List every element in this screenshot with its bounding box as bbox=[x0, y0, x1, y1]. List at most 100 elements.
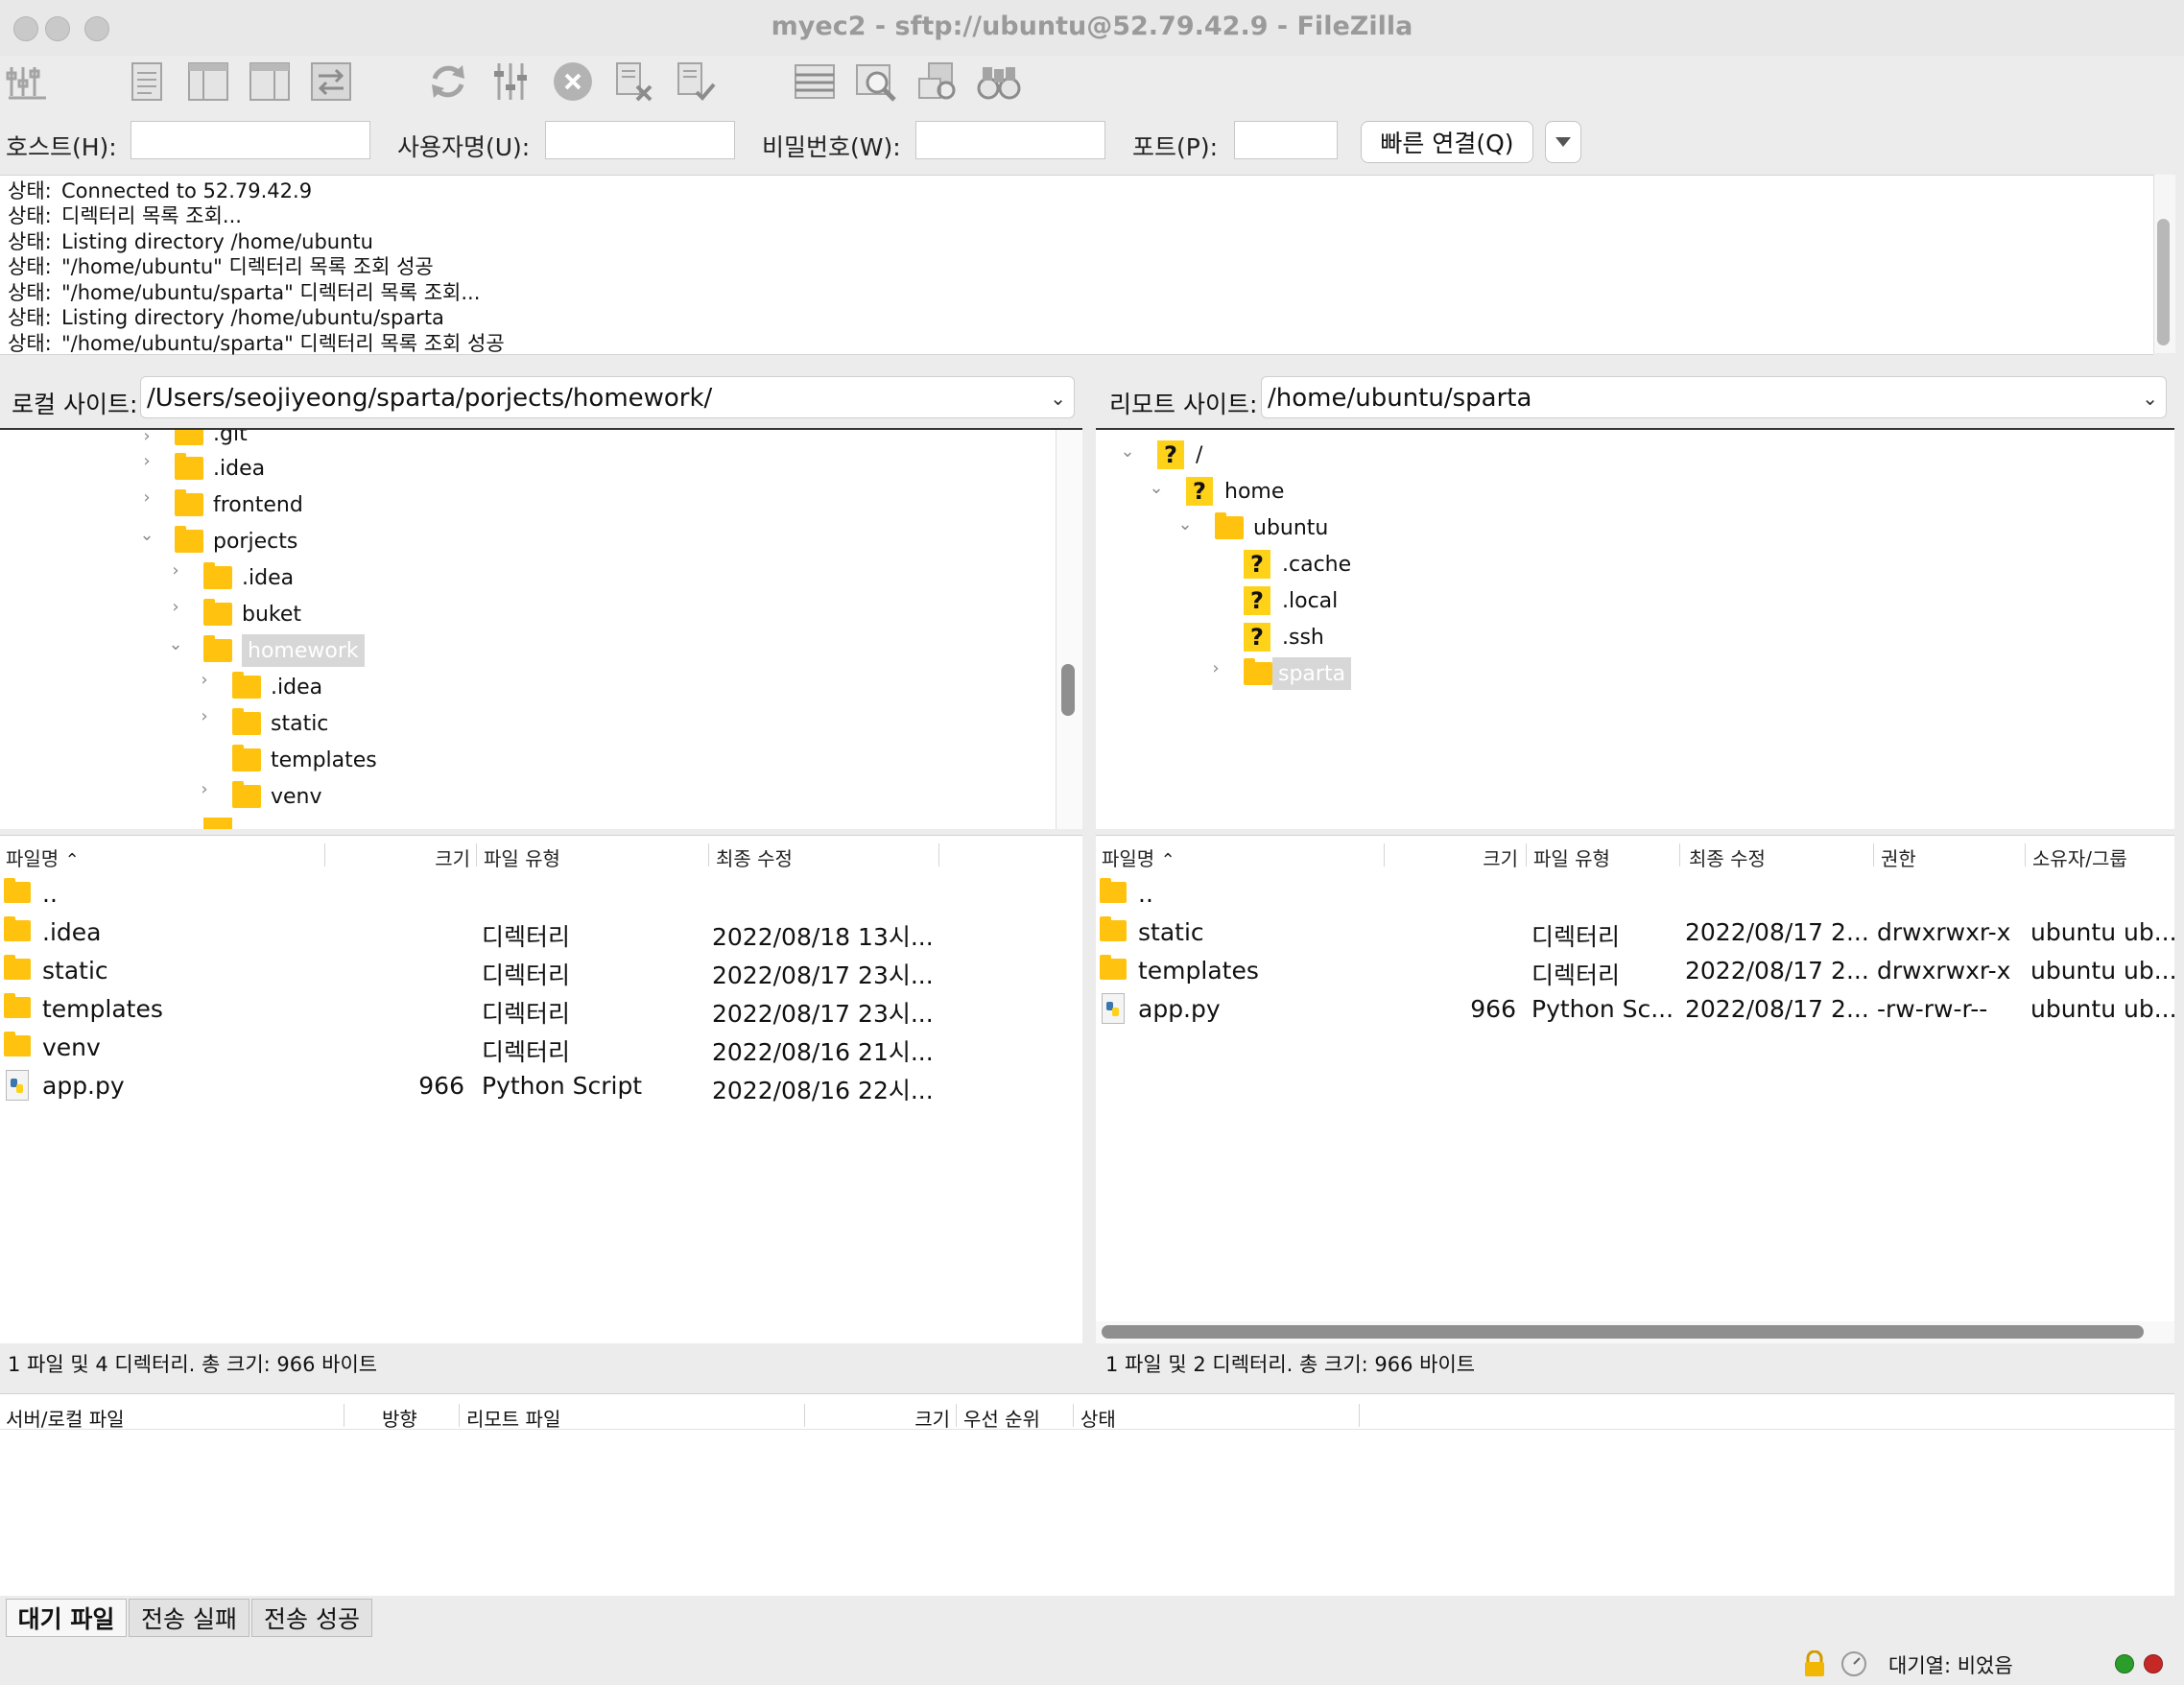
sync-browse-icon[interactable] bbox=[914, 58, 961, 106]
chevron-down-icon[interactable]: ⌄ bbox=[1050, 377, 1066, 419]
speed-limit-icon[interactable] bbox=[1840, 1650, 1867, 1677]
compare-icon[interactable] bbox=[791, 58, 839, 106]
tree-node[interactable]: porjects bbox=[175, 524, 297, 558]
log-line: 상태: "/home/ubuntu/sparta" 디렉터리 목록 조회... bbox=[8, 281, 481, 304]
chevron-down-icon[interactable]: ⌄ bbox=[1146, 477, 1167, 498]
column-header-filename[interactable]: 파일명 ⌃ bbox=[6, 843, 80, 870]
chevron-down-icon[interactable]: ⌄ bbox=[136, 524, 157, 545]
tree-node[interactable]: static bbox=[232, 706, 328, 741]
chevron-right-icon[interactable]: › bbox=[136, 430, 157, 446]
file-row[interactable]: templates 디렉터리 2022/08/17 2... drwxrwxr-… bbox=[1096, 953, 2174, 989]
cancel-icon[interactable] bbox=[549, 58, 597, 106]
remote-path-combobox[interactable]: /home/ubuntu/sparta ⌄ bbox=[1261, 376, 2167, 418]
filter-icon[interactable] bbox=[487, 58, 535, 106]
chevron-right-icon[interactable]: › bbox=[165, 596, 186, 617]
tree-node[interactable]: .idea bbox=[203, 560, 294, 595]
local-path-combobox[interactable]: /Users/seojiyeong/sparta/porjects/homewo… bbox=[140, 376, 1075, 418]
file-row[interactable]: static 디렉터리 2022/08/17 23시... bbox=[0, 953, 1082, 989]
chevron-right-icon[interactable]: › bbox=[194, 778, 215, 799]
file-row[interactable]: .. bbox=[1096, 876, 2174, 913]
chevron-down-icon[interactable]: ⌄ bbox=[2142, 377, 2158, 419]
file-row[interactable]: venv 디렉터리 2022/08/16 21시... bbox=[0, 1030, 1082, 1066]
chevron-right-icon[interactable]: › bbox=[194, 705, 215, 726]
tab-failed-transfers[interactable]: 전송 실패 bbox=[129, 1599, 249, 1637]
transfer-queue[interactable]: 서버/로컬 파일 방향 리모트 파일 크기 우선 순위 상태 bbox=[0, 1393, 2174, 1596]
tab-successful-transfers[interactable]: 전송 성공 bbox=[251, 1599, 372, 1637]
remote-tree-toggle-icon[interactable] bbox=[246, 58, 294, 106]
transfer-queue-toggle-icon[interactable] bbox=[307, 58, 355, 106]
chevron-right-icon[interactable]: › bbox=[136, 450, 157, 471]
local-tree-toggle-icon[interactable] bbox=[184, 58, 232, 106]
local-tree-scrollbar[interactable] bbox=[1056, 430, 1082, 829]
file-row[interactable]: app.py 966 Python Script 2022/08/16 22시.… bbox=[0, 1068, 1082, 1104]
queue-header-size[interactable]: 크기 bbox=[883, 1404, 950, 1432]
local-directory-tree[interactable]: › .git › .idea › frontend ⌄ porjects › .… bbox=[0, 428, 1082, 829]
remote-file-list[interactable]: 파일명 ⌃ 크기 파일 유형 최종 수정 권한 소유자/그룹 .. static… bbox=[1096, 835, 2174, 1344]
chevron-down-icon[interactable]: ⌄ bbox=[1117, 440, 1138, 462]
tree-node[interactable]: ? / bbox=[1157, 438, 1202, 472]
chevron-right-icon[interactable]: › bbox=[136, 487, 157, 508]
chevron-right-icon[interactable]: › bbox=[194, 669, 215, 690]
tree-node[interactable]: templates bbox=[232, 743, 377, 777]
status-bar: 대기열: 비었음 bbox=[0, 1643, 2184, 1685]
tree-node[interactable]: .idea bbox=[175, 451, 265, 486]
column-header-modified[interactable]: 최종 수정 bbox=[1689, 843, 1766, 870]
file-row[interactable]: templates 디렉터리 2022/08/17 23시... bbox=[0, 991, 1082, 1028]
tree-node[interactable]: buket bbox=[203, 597, 301, 631]
host-input[interactable] bbox=[131, 121, 370, 159]
tree-node[interactable]: ubuntu bbox=[1215, 510, 1328, 545]
disconnect-icon[interactable] bbox=[610, 58, 658, 106]
file-row[interactable]: static 디렉터리 2022/08/17 2... drwxrwxr-x u… bbox=[1096, 914, 2174, 951]
search-icon[interactable] bbox=[852, 58, 900, 106]
tree-node[interactable]: .idea bbox=[232, 670, 322, 704]
file-row[interactable]: .idea 디렉터리 2022/08/18 13시... bbox=[0, 914, 1082, 951]
column-header-type[interactable]: 파일 유형 bbox=[484, 843, 560, 870]
remote-horizontal-scrollbar-thumb[interactable] bbox=[1102, 1325, 2144, 1339]
quickconnect-button[interactable]: 빠른 연결(Q) bbox=[1361, 121, 1533, 163]
queue-header-status[interactable]: 상태 bbox=[1080, 1404, 1116, 1432]
queue-header-direction[interactable]: 방향 bbox=[382, 1404, 417, 1432]
file-row[interactable]: app.py 966 Python Sc... 2022/08/17 2... … bbox=[1096, 991, 2174, 1028]
column-header-owner[interactable]: 소유자/그룹 bbox=[2032, 843, 2127, 870]
chevron-down-icon[interactable]: ⌄ bbox=[1175, 513, 1196, 534]
chevron-down-icon[interactable]: ⌄ bbox=[165, 633, 186, 654]
find-icon[interactable] bbox=[975, 58, 1023, 106]
reconnect-icon[interactable] bbox=[672, 58, 720, 106]
tree-node[interactable]: ? .local bbox=[1244, 583, 1338, 618]
tree-node[interactable]: ? home bbox=[1186, 474, 1284, 509]
log-scrollbar-thumb[interactable] bbox=[2157, 219, 2170, 345]
password-input[interactable] bbox=[915, 121, 1105, 159]
remote-directory-tree[interactable]: ⌄ ? / ⌄ ? home ⌄ ubuntu ? .cache ? .local ?.… bbox=[1096, 428, 2174, 829]
tree-node[interactable]: ? .cache bbox=[1244, 547, 1351, 581]
file-row[interactable]: .. bbox=[0, 876, 1082, 913]
tree-node[interactable]: frontend bbox=[175, 487, 303, 522]
queue-header-remote-file[interactable]: 리모트 파일 bbox=[466, 1404, 560, 1432]
tree-node[interactable]: venv bbox=[232, 779, 322, 814]
local-tree-scrollbar-thumb[interactable] bbox=[1061, 664, 1075, 716]
chevron-right-icon[interactable]: › bbox=[1205, 657, 1226, 678]
queue-header-priority[interactable]: 우선 순위 bbox=[963, 1404, 1040, 1432]
message-log[interactable]: 상태: Connected to 52.79.42.9 상태: 디렉터리 목록 조회… bbox=[0, 175, 2153, 355]
question-icon: ? bbox=[1186, 477, 1213, 506]
refresh-icon[interactable] bbox=[424, 58, 472, 106]
column-header-modified[interactable]: 최종 수정 bbox=[716, 843, 793, 870]
tree-node-selected[interactable]: homework bbox=[203, 633, 365, 668]
tree-node[interactable]: ? .ssh bbox=[1244, 620, 1324, 654]
port-input[interactable] bbox=[1234, 121, 1338, 159]
tree-node-selected[interactable]: sparta bbox=[1244, 656, 1352, 691]
log-toggle-icon[interactable] bbox=[123, 58, 171, 106]
column-header-filename[interactable]: 파일명 ⌃ bbox=[1102, 843, 1175, 870]
tree-node[interactable]: .git bbox=[175, 430, 248, 451]
tab-queued-files[interactable]: 대기 파일 bbox=[6, 1599, 127, 1637]
username-input[interactable] bbox=[545, 121, 735, 159]
column-header-size[interactable]: 크기 bbox=[422, 843, 470, 870]
column-header-type[interactable]: 파일 유형 bbox=[1533, 843, 1610, 870]
lock-icon[interactable] bbox=[1802, 1649, 1827, 1677]
local-file-list[interactable]: 파일명 ⌃ 크기 파일 유형 최종 수정 .. .idea 디렉터리 2022/… bbox=[0, 835, 1082, 1344]
site-manager-icon[interactable] bbox=[4, 58, 52, 106]
quickconnect-dropdown-button[interactable] bbox=[1545, 121, 1581, 163]
column-header-permissions[interactable]: 권한 bbox=[1881, 843, 1916, 870]
chevron-right-icon[interactable]: › bbox=[165, 559, 186, 581]
queue-header-server-local-file[interactable]: 서버/로컬 파일 bbox=[6, 1404, 125, 1432]
column-header-size[interactable]: 크기 bbox=[1470, 843, 1518, 870]
